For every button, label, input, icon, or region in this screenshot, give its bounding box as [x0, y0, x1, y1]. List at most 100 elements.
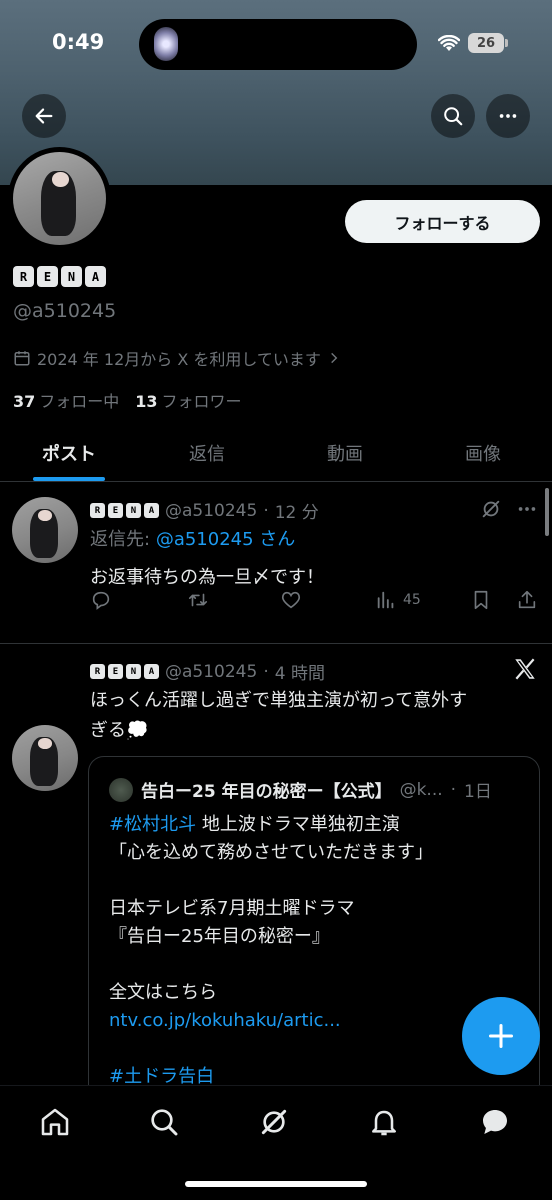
heart-icon	[281, 591, 301, 609]
profile-tabs: ポスト 返信 動画 画像	[0, 424, 552, 482]
grok-icon	[261, 1109, 287, 1135]
more-button[interactable]	[486, 94, 530, 138]
name-tile: N	[61, 266, 82, 287]
avatar-image	[13, 152, 106, 245]
quote-text: 地上波ドラマ単独初主演	[196, 814, 400, 835]
separator-dot: ·	[263, 500, 269, 521]
dynamic-island	[139, 19, 417, 70]
search-icon	[444, 107, 463, 126]
tab-indicator	[33, 477, 105, 481]
post-avatar[interactable]	[12, 725, 78, 791]
post-handle: @a510245	[165, 500, 258, 521]
display-name: R E N A	[13, 266, 106, 287]
following-count: 37	[13, 392, 36, 411]
bookmark-icon	[474, 590, 488, 610]
profile-handle: @a510245	[13, 300, 117, 322]
profile-avatar[interactable]	[8, 147, 111, 250]
followers-label: フォロワー	[161, 392, 242, 411]
compose-button[interactable]	[462, 997, 540, 1075]
quote-line: #松村北斗 地上波ドラマ単独初主演	[109, 811, 519, 839]
separator-dot: ·	[450, 779, 457, 800]
share-icon	[518, 590, 536, 609]
tab-label: ポスト	[42, 443, 96, 465]
back-button[interactable]	[22, 94, 66, 138]
more-dots-icon	[499, 114, 517, 118]
nav-notifications[interactable]	[366, 1104, 402, 1140]
home-indicator	[185, 1181, 367, 1187]
post-handle: @a510245	[165, 661, 258, 682]
repost-icon	[188, 593, 208, 607]
quote-handle: @k...	[399, 779, 443, 800]
tab-replies[interactable]: 返信	[138, 424, 276, 481]
chevron-right-icon	[331, 352, 338, 364]
quote-body: #松村北斗 地上波ドラマ単独初主演 「心を込めて務めさせていただきます」 日本テ…	[109, 811, 519, 1091]
nav-grok[interactable]	[256, 1104, 292, 1140]
quote-time: 1日	[464, 782, 492, 802]
quote-line: 日本テレビ系7月期土曜ドラマ	[109, 898, 355, 919]
post-text-line: ぎる💭	[90, 720, 149, 741]
status-icons: 26	[438, 33, 508, 53]
hashtag-link[interactable]: #松村北斗	[109, 814, 196, 835]
name-tile: E	[108, 503, 123, 518]
nav-home[interactable]	[37, 1104, 73, 1140]
post-author-name[interactable]: R E N A	[90, 664, 159, 679]
search-icon	[151, 1109, 178, 1136]
reply-button[interactable]	[90, 589, 112, 611]
quote-line: 全文はこちら	[109, 982, 217, 1003]
name-tile: R	[13, 266, 34, 287]
grok-icon[interactable]	[480, 498, 502, 520]
share-button[interactable]	[516, 589, 538, 611]
name-tile: A	[144, 664, 159, 679]
bell-icon	[372, 1110, 396, 1136]
tab-videos[interactable]: 動画	[276, 424, 414, 481]
name-tile: N	[126, 664, 141, 679]
post-author-name[interactable]: R E N A	[90, 503, 159, 518]
post-time[interactable]: 4 時間	[275, 659, 325, 684]
name-tile: A	[85, 266, 106, 287]
bookmark-button[interactable]	[470, 589, 492, 611]
followers-link[interactable]: 13 フォロワー	[135, 388, 241, 412]
reply-icon	[92, 591, 110, 610]
search-button[interactable]	[431, 94, 475, 138]
repost-button[interactable]	[186, 589, 210, 611]
post-text-line: ほっくん活躍し過ぎで単独主演が初って意外す	[90, 690, 468, 711]
url-link[interactable]: ntv.co.jp/kokuhaku/artic...	[109, 1007, 519, 1035]
post-avatar[interactable]	[12, 497, 78, 563]
reply-prefix: 返信先:	[90, 529, 151, 550]
name-tile: E	[108, 664, 123, 679]
like-button[interactable]	[280, 589, 302, 611]
battery-tip	[505, 39, 508, 47]
views-count: 45	[403, 592, 421, 608]
quote-line: 『告白ー25年目の秘密ー』	[109, 926, 330, 947]
views-chart-icon	[377, 591, 394, 609]
post-more-icon[interactable]	[516, 498, 538, 520]
post-divider	[0, 643, 552, 644]
name-tile: N	[126, 503, 141, 518]
calendar-icon	[14, 351, 30, 366]
post-meta: R E N A @a510245 · 4 時間	[90, 659, 325, 684]
nav-search[interactable]	[146, 1104, 182, 1140]
joined-text: 2024 年 12月から X を利用しています	[37, 350, 321, 369]
quote-avatar	[109, 777, 133, 802]
battery-icon: 26	[468, 33, 504, 53]
views-button[interactable]: 45	[375, 589, 421, 611]
follow-stats: 37 フォロー中 13 フォロワー	[13, 388, 242, 412]
tab-posts[interactable]: ポスト	[0, 424, 138, 481]
flashlight-indicator	[154, 27, 178, 61]
followers-count: 13	[135, 392, 158, 411]
home-icon	[41, 1108, 69, 1136]
x-logo-icon	[515, 658, 535, 680]
tab-label: 動画	[327, 443, 363, 465]
back-arrow-icon	[35, 108, 53, 124]
following-link[interactable]: 37 フォロー中	[13, 388, 119, 412]
reply-to-link[interactable]: @a510245 さん	[156, 529, 295, 550]
tab-images[interactable]: 画像	[414, 424, 552, 481]
joined-date-row[interactable]: 2024 年 12月から X を利用しています	[13, 346, 341, 370]
follow-button[interactable]: フォローする	[345, 200, 540, 243]
scrollbar[interactable]	[545, 488, 549, 536]
post-time[interactable]: 12 分	[275, 498, 319, 523]
nav-messages[interactable]	[477, 1104, 513, 1140]
name-tile: R	[90, 664, 105, 679]
quote-line: 「心を込めて務めさせていただきます」	[109, 842, 433, 863]
chat-bubble-icon	[483, 1110, 507, 1134]
